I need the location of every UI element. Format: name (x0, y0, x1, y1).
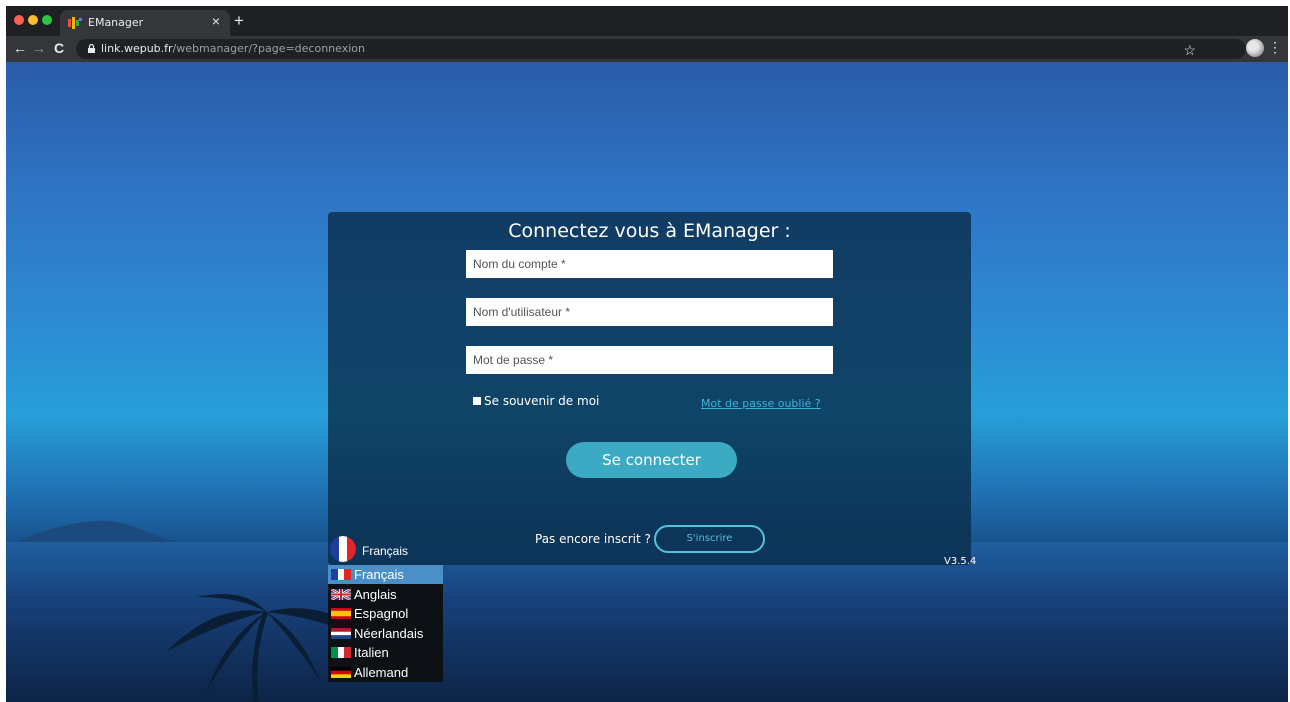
signup-button[interactable]: S'inscrire (654, 525, 765, 553)
language-option-label: Néerlandais (354, 625, 424, 641)
it-flag-icon (331, 647, 351, 658)
fr-flag-icon (331, 569, 351, 580)
url-text: link.wepub.fr/webmanager/?page=deconnexi… (101, 42, 365, 55)
tab-bar: EManager × + (6, 6, 1288, 36)
language-dropdown: Français Anglais Espagnol Néerlandais It… (328, 565, 443, 682)
language-option-label: Italien (354, 645, 389, 660)
lock-icon (88, 44, 95, 53)
username-placeholder: Nom d'utilisateur * (473, 305, 570, 319)
close-window-button[interactable] (14, 15, 24, 25)
tab-title: EManager (88, 16, 144, 29)
remember-me-label[interactable]: Se souvenir de moi (484, 394, 599, 408)
not-registered-text: Pas encore inscrit ? (535, 532, 651, 546)
language-option-neerlandais[interactable]: Néerlandais (328, 624, 443, 643)
account-name-input[interactable]: Nom du compte * (466, 250, 833, 278)
maximize-window-button[interactable] (42, 15, 52, 25)
profile-avatar[interactable] (1246, 39, 1264, 57)
current-language-label: Français (362, 544, 409, 558)
forward-button[interactable]: → (31, 40, 47, 56)
url-path: /webmanager/?page=deconnexion (172, 42, 365, 55)
uk-flag-icon (331, 588, 351, 600)
language-option-label: Français (354, 567, 404, 582)
browser-toolbar: ← → C link.wepub.fr/webmanager/?page=dec… (6, 36, 1288, 62)
language-option-label: Espagnol (354, 606, 409, 621)
fr-flag-icon (330, 536, 356, 562)
password-placeholder: Mot de passe * (473, 353, 554, 367)
login-panel: Connectez vous à EManager : Nom du compt… (328, 212, 971, 565)
es-flag-icon (331, 608, 351, 619)
login-button[interactable]: Se connecter (566, 442, 737, 478)
url-host: link.wepub.fr (101, 42, 173, 55)
de-flag-icon (331, 666, 351, 678)
login-title: Connectez vous à EManager : (508, 220, 791, 242)
nl-flag-icon (331, 627, 351, 639)
language-option-italien[interactable]: Italien (328, 643, 443, 662)
new-tab-button[interactable]: + (234, 11, 244, 31)
language-option-allemand[interactable]: Allemand (328, 663, 443, 682)
language-option-anglais[interactable]: Anglais (328, 585, 443, 604)
minimize-window-button[interactable] (28, 15, 38, 25)
page-background: Connectez vous à EManager : Nom du compt… (6, 62, 1288, 702)
browser-menu-icon[interactable]: ⋮ (1268, 39, 1282, 56)
account-name-placeholder: Nom du compte * (473, 257, 566, 271)
tab-close-icon[interactable]: × (208, 13, 224, 29)
language-option-label: Allemand (354, 664, 409, 680)
remember-me-checkbox[interactable] (473, 397, 481, 405)
browser-window: EManager × + ← → C link.wepub.fr/webmana… (6, 6, 1288, 702)
language-option-espagnol[interactable]: Espagnol (328, 604, 443, 623)
language-option-label: Anglais (354, 586, 397, 602)
back-button[interactable]: ← (12, 40, 28, 56)
tab-emanager[interactable]: EManager × (60, 10, 230, 36)
password-input[interactable]: Mot de passe * (466, 346, 833, 374)
username-input[interactable]: Nom d'utilisateur * (466, 298, 833, 326)
emanager-favicon-icon (68, 17, 82, 29)
address-bar[interactable]: link.wepub.fr/webmanager/?page=deconnexi… (76, 39, 1246, 59)
forgot-password-link[interactable]: Mot de passe oublié ? (701, 397, 821, 410)
version-label: V3.5.4 (944, 556, 977, 567)
bookmark-star-icon[interactable]: ☆ (1183, 42, 1196, 59)
reload-button[interactable]: C (51, 40, 67, 56)
language-option-francais[interactable]: Français (328, 565, 443, 584)
